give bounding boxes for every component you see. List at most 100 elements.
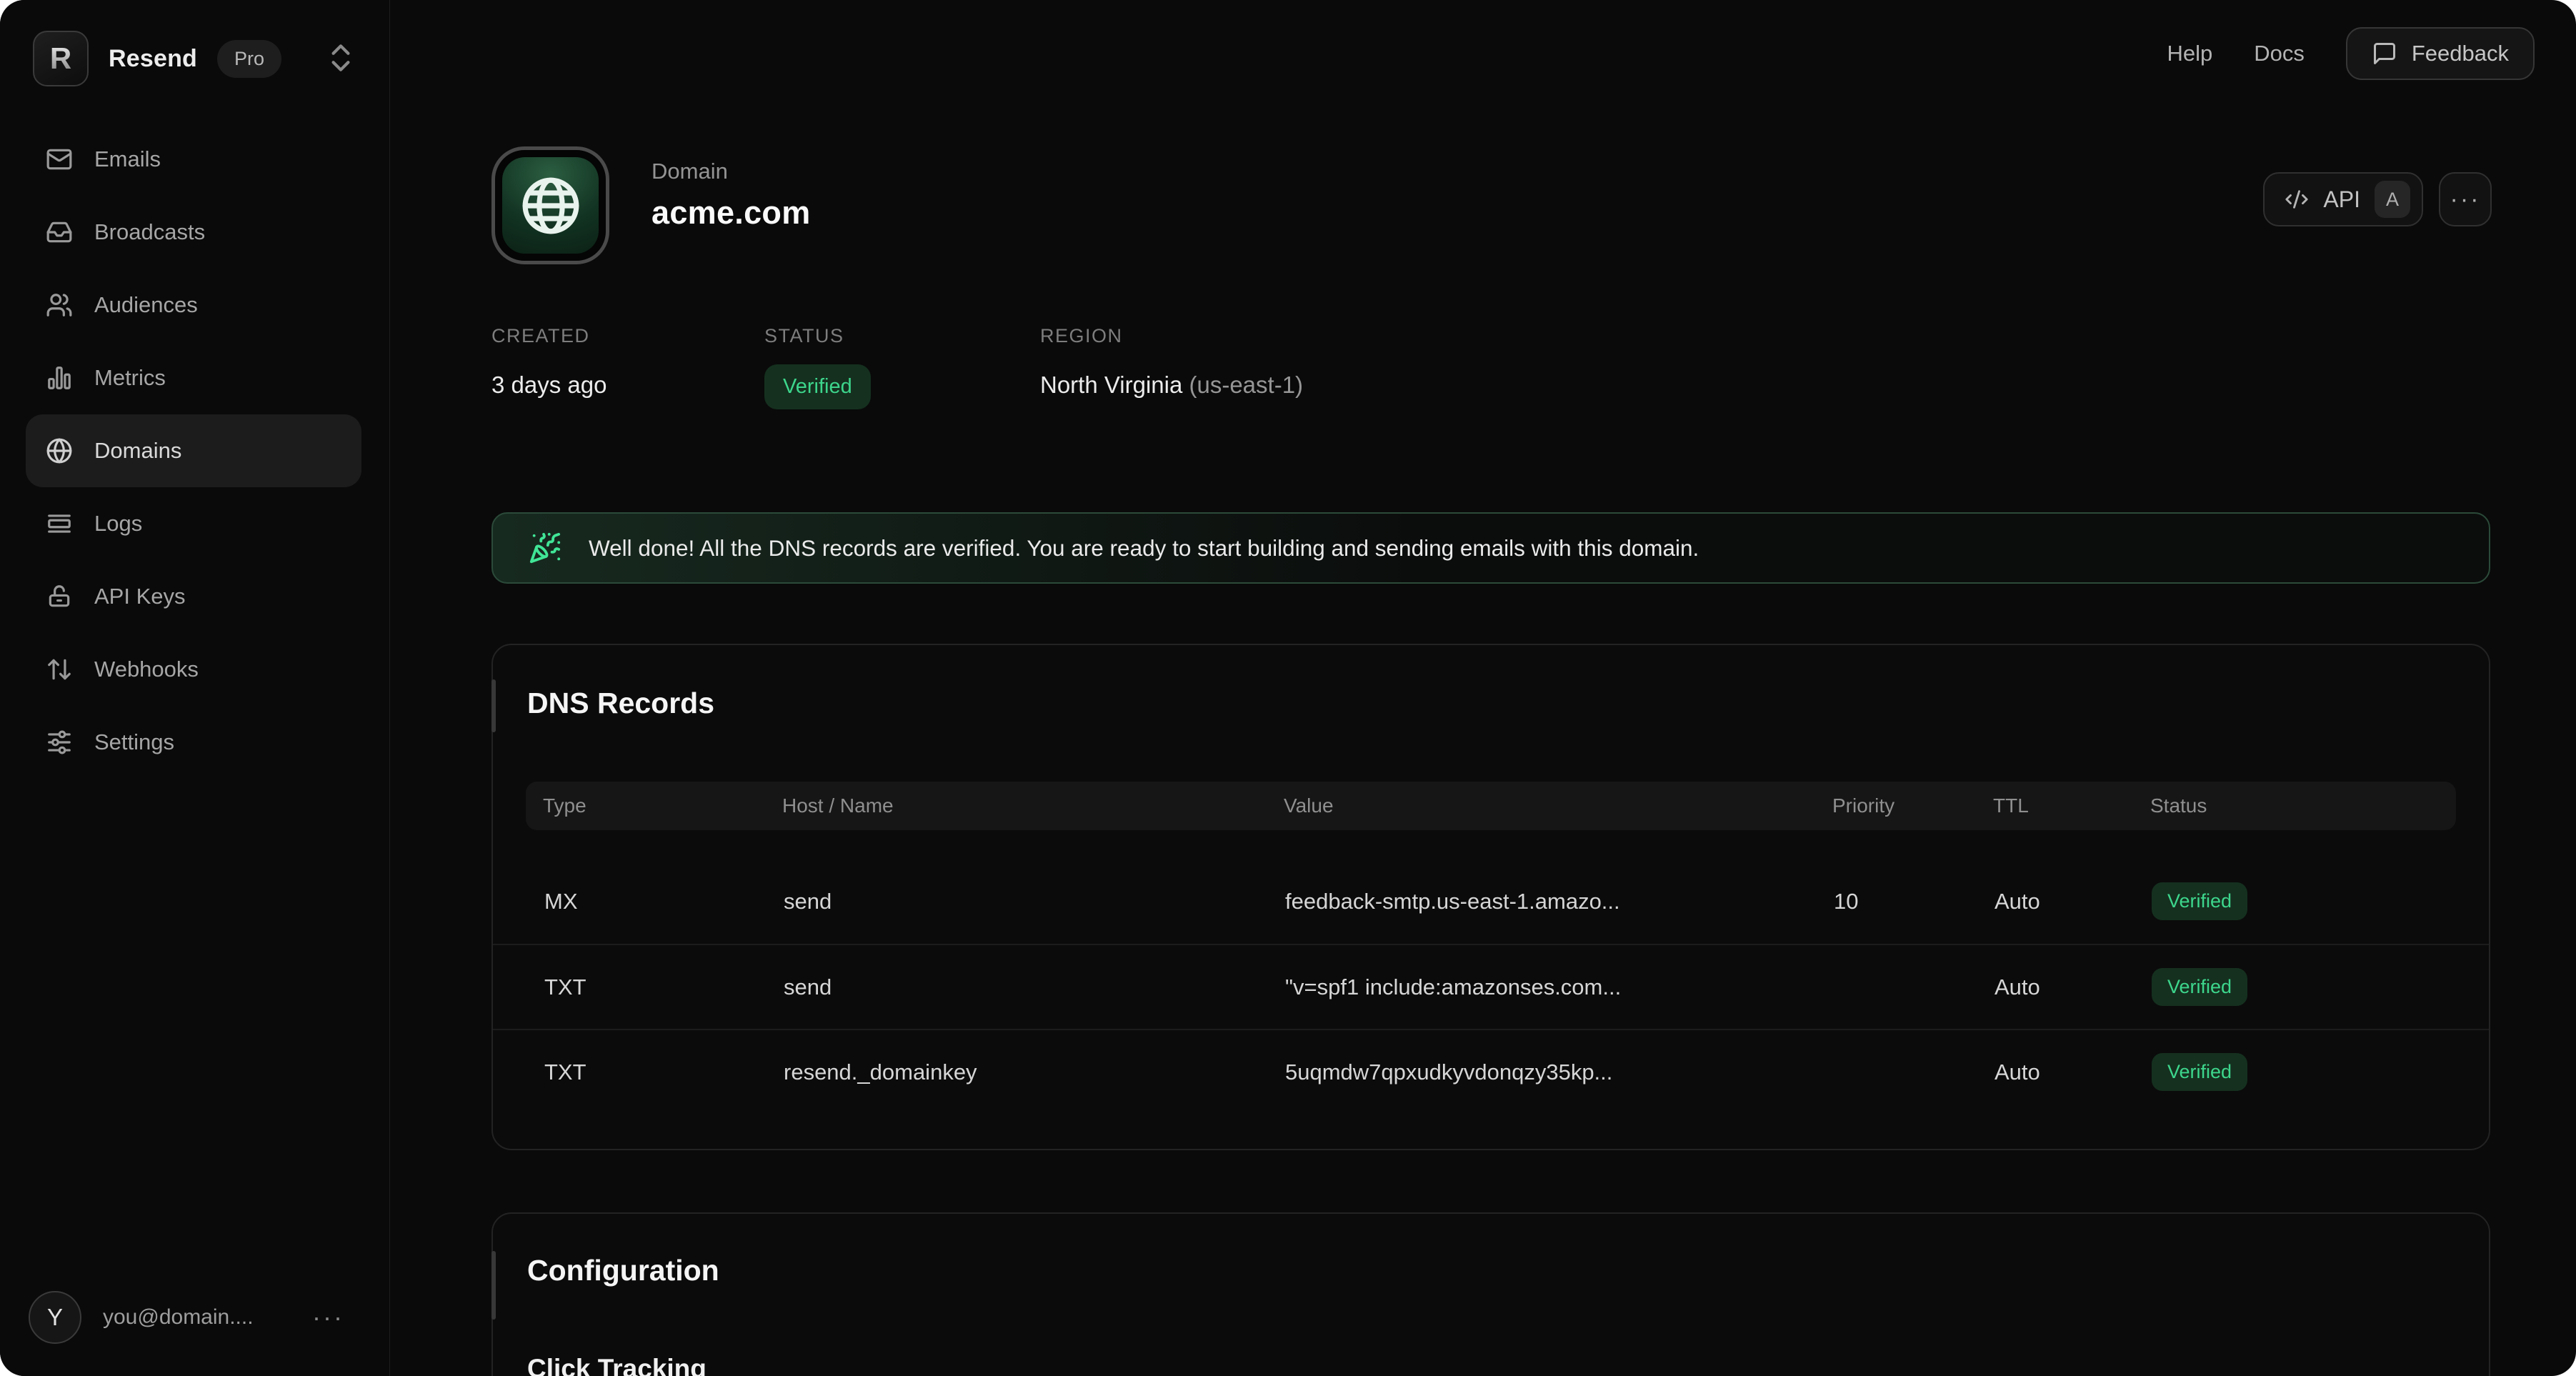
created-label: CREATED — [491, 325, 764, 347]
column-host: Host / Name — [782, 794, 1284, 817]
column-priority: Priority — [1832, 794, 1993, 817]
cell-ttl: Auto — [1995, 974, 2152, 1000]
column-status: Status — [2150, 794, 2456, 817]
sidebar-item-metrics[interactable]: Metrics — [26, 341, 361, 414]
sidebar-item-domains[interactable]: Domains — [26, 414, 361, 487]
message-square-icon — [2372, 41, 2397, 66]
app-window: R Resend Pro Emails Broadcasts — [0, 0, 2576, 1376]
cell-type: MX — [544, 889, 784, 914]
column-value: Value — [1284, 794, 1832, 817]
avatar: Y — [29, 1291, 81, 1344]
dns-records-title: DNS Records — [527, 687, 714, 720]
sliders-icon — [46, 729, 73, 756]
rows-icon — [46, 510, 73, 537]
workspace-switcher[interactable]: R Resend Pro — [33, 30, 281, 87]
region-label: REGION — [1040, 325, 1303, 347]
region-value: North Virginia (us-east-1) — [1040, 372, 1303, 399]
chevrons-up-down-icon[interactable] — [323, 40, 359, 76]
region-name: North Virginia — [1040, 372, 1182, 398]
cell-host: resend._domainkey — [784, 1060, 1285, 1085]
docs-link[interactable]: Docs — [2254, 41, 2305, 66]
page-title: acme.com — [652, 194, 811, 231]
card-notch — [491, 679, 496, 732]
cell-type: TXT — [544, 974, 784, 1000]
column-ttl: TTL — [1993, 794, 2150, 817]
domain-meta: CREATED 3 days ago STATUS Verified REGIO… — [491, 325, 1303, 409]
table-row[interactable]: TXT send "v=spf1 include:amazonses.com..… — [493, 944, 2489, 1029]
domain-eyebrow: Domain — [652, 159, 728, 184]
meta-status: STATUS Verified — [764, 325, 1040, 409]
sidebar-item-label: Emails — [94, 146, 161, 172]
ellipsis-icon[interactable]: ··· — [312, 1302, 364, 1332]
sidebar-item-label: Webhooks — [94, 657, 199, 682]
cell-ttl: Auto — [1995, 889, 2152, 914]
more-options-button[interactable]: ··· — [2439, 172, 2492, 226]
api-button-label: API — [2323, 186, 2360, 213]
configuration-title: Configuration — [527, 1254, 719, 1287]
sidebar-item-label: Metrics — [94, 365, 166, 391]
inbox-icon — [46, 219, 73, 246]
table-row[interactable]: TXT resend._domainkey 5uqmdw7qpxudkyvdon… — [493, 1029, 2489, 1114]
mail-icon — [46, 146, 73, 173]
cell-ttl: Auto — [1995, 1060, 2152, 1085]
meta-created: CREATED 3 days ago — [491, 325, 764, 409]
globe-icon — [520, 175, 581, 236]
globe-icon — [46, 437, 73, 464]
feedback-button[interactable]: Feedback — [2346, 27, 2535, 80]
dns-table-header: Type Host / Name Value Priority TTL Stat… — [526, 782, 2456, 830]
sidebar-item-label: Broadcasts — [94, 219, 205, 245]
bar-chart-icon — [46, 364, 73, 392]
user-account[interactable]: Y you@domain.... ··· — [29, 1287, 364, 1347]
column-type: Type — [543, 794, 782, 817]
domain-tile — [491, 146, 609, 264]
status-badge: Verified — [2152, 1053, 2247, 1091]
click-tracking-label: Click Tracking — [527, 1354, 707, 1376]
plan-badge: Pro — [217, 40, 281, 78]
cell-host: send — [784, 889, 1285, 914]
resend-logo: R — [33, 31, 89, 86]
help-link[interactable]: Help — [2167, 41, 2212, 66]
sidebar-item-label: Settings — [94, 729, 174, 755]
sidebar-nav: Emails Broadcasts Audiences Metrics — [26, 123, 361, 779]
keyboard-shortcut-badge: A — [2375, 181, 2410, 218]
success-banner: Well done! All the DNS records are verif… — [491, 512, 2490, 584]
sidebar-item-label: Domains — [94, 438, 181, 464]
sidebar-item-settings[interactable]: Settings — [26, 706, 361, 779]
sidebar-item-webhooks[interactable]: Webhooks — [26, 633, 361, 706]
users-icon — [46, 291, 73, 319]
sidebar-item-broadcasts[interactable]: Broadcasts — [26, 196, 361, 269]
status-badge: Verified — [2152, 968, 2247, 1006]
avatar-initial: Y — [47, 1304, 63, 1331]
meta-region: REGION North Virginia (us-east-1) — [1040, 325, 1303, 409]
sidebar-item-api-keys[interactable]: API Keys — [26, 560, 361, 633]
sidebar-item-label: Audiences — [94, 292, 198, 318]
sidebar-item-label: API Keys — [94, 584, 186, 609]
dns-table-body: MX send feedback-smtp.us-east-1.amazo...… — [493, 859, 2489, 1114]
code-icon — [2285, 187, 2309, 211]
party-popper-icon — [529, 532, 561, 564]
sidebar-item-emails[interactable]: Emails — [26, 123, 361, 196]
dns-records-card: DNS Records Type Host / Name Value Prior… — [491, 644, 2490, 1150]
status-badge: Verified — [2152, 882, 2247, 920]
sidebar: R Resend Pro Emails Broadcasts — [0, 0, 390, 1376]
cell-priority: 10 — [1834, 889, 1995, 914]
cell-value: "v=spf1 include:amazonses.com... — [1285, 974, 1834, 1000]
status-label: STATUS — [764, 325, 1040, 347]
brand-name: Resend — [109, 45, 197, 73]
cell-value: 5uqmdw7qpxudkyvdonqzy35kp... — [1285, 1060, 1834, 1085]
created-value: 3 days ago — [491, 372, 764, 399]
sidebar-item-logs[interactable]: Logs — [26, 487, 361, 560]
feedback-label: Feedback — [2412, 41, 2509, 66]
lock-icon — [46, 583, 73, 610]
arrows-up-down-icon — [46, 656, 73, 683]
status-badge: Verified — [764, 364, 871, 409]
cell-value: feedback-smtp.us-east-1.amazo... — [1285, 889, 1834, 914]
banner-message: Well done! All the DNS records are verif… — [589, 535, 1699, 562]
api-button[interactable]: API A — [2263, 172, 2423, 226]
user-email: you@domain.... — [103, 1305, 291, 1330]
cell-type: TXT — [544, 1060, 784, 1085]
domain-tile-bg — [502, 157, 599, 254]
sidebar-item-audiences[interactable]: Audiences — [26, 269, 361, 341]
table-row[interactable]: MX send feedback-smtp.us-east-1.amazo...… — [493, 859, 2489, 944]
resend-logo-letter: R — [50, 41, 71, 76]
